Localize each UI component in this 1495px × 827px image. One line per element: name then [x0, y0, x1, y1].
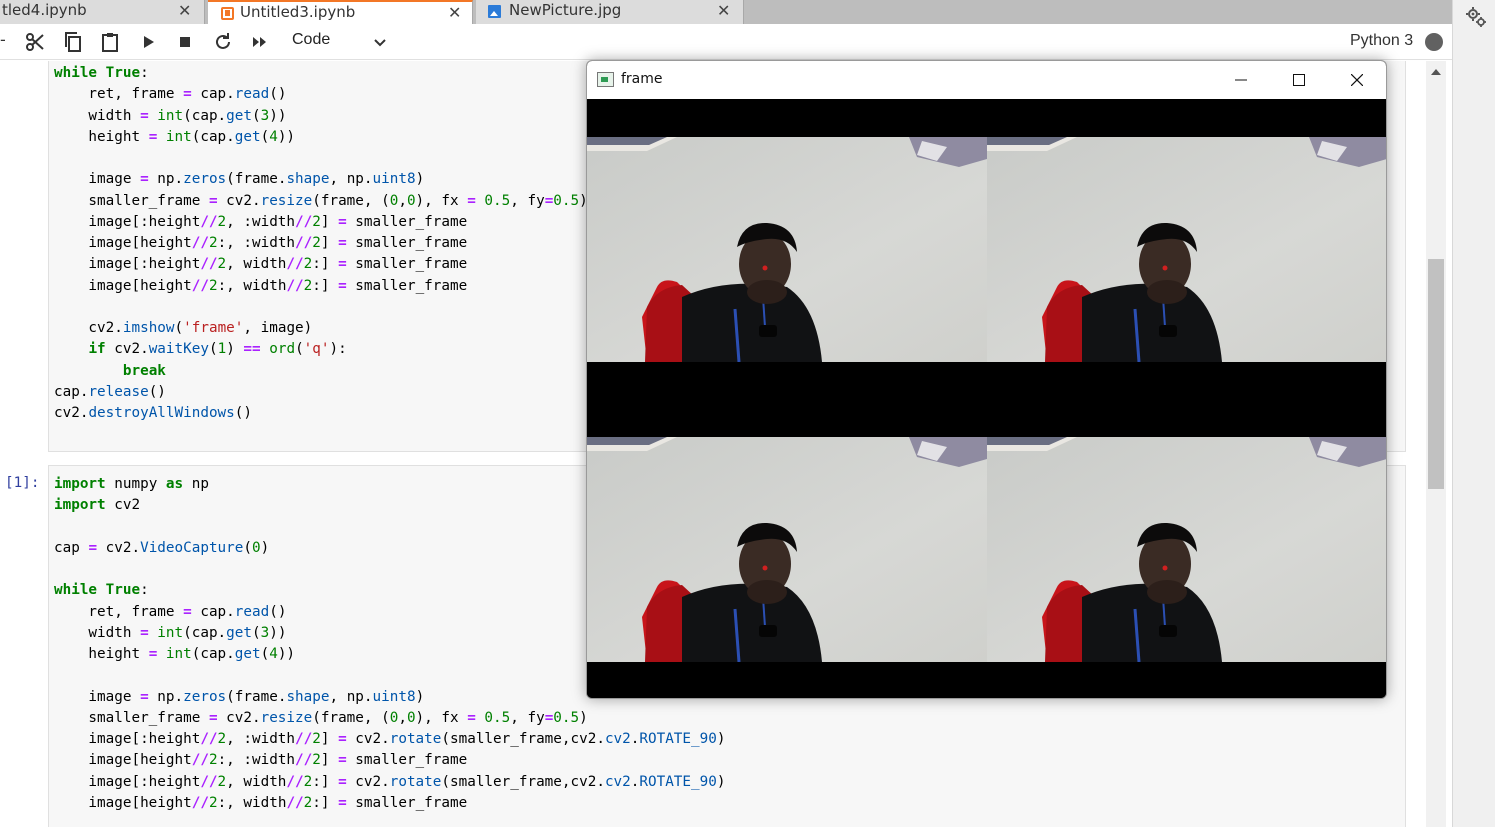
tab-label: Untitled3.ipynb [240, 3, 356, 21]
close-icon[interactable]: ✕ [178, 1, 191, 20]
tab-newpicture[interactable]: NewPicture.jpg ✕ [476, 0, 744, 24]
paste-icon[interactable] [98, 30, 122, 54]
chevron-down-icon[interactable] [368, 30, 392, 54]
cell-prompt: [1]: [5, 475, 40, 491]
tab-label: NewPicture.jpg [509, 1, 622, 19]
tab-bar: tled4.ipynb ✕ Untitled3.ipynb ✕ NewPictu… [0, 0, 1452, 25]
jupyterlab-window: tled4.ipynb ✕ Untitled3.ipynb ✕ NewPictu… [0, 0, 1495, 827]
code-editor[interactable]: while True: ret, frame = cap.read() widt… [54, 63, 588, 424]
close-icon[interactable]: ✕ [448, 3, 461, 22]
tab-label: tled4.ipynb [2, 1, 87, 19]
image-file-icon [488, 5, 501, 18]
tab-untitled4[interactable]: tled4.ipynb ✕ [0, 0, 205, 24]
minimize-button[interactable] [1212, 61, 1270, 99]
window-title: frame [621, 71, 663, 87]
notebook-icon [221, 7, 234, 20]
kernel-name[interactable]: Python 3 [1350, 32, 1413, 50]
cell-type-select[interactable]: Code [292, 31, 330, 49]
webcam-quadrant-bottom-left [587, 437, 987, 662]
property-inspector-gear-icon[interactable] [1465, 6, 1487, 28]
right-sidebar [1452, 0, 1495, 827]
webcam-quadrant-top-right [987, 137, 1386, 362]
maximize-button[interactable] [1270, 61, 1328, 99]
kernel-status-icon [1425, 33, 1443, 51]
cut-icon[interactable] [23, 30, 47, 54]
add-cell-icon[interactable]: - [0, 30, 6, 49]
notebook-toolbar: - Code Python 3 [0, 24, 1452, 60]
copy-icon[interactable] [61, 30, 85, 54]
video-frame [587, 99, 1386, 698]
close-icon[interactable]: ✕ [717, 1, 730, 20]
opencv-frame-window[interactable]: frame [586, 60, 1387, 699]
webcam-quadrant-top-left [587, 137, 987, 362]
restart-icon[interactable] [211, 30, 235, 54]
stop-icon[interactable] [173, 30, 197, 54]
close-window-button[interactable] [1328, 61, 1386, 99]
webcam-quadrant-bottom-right [987, 437, 1386, 662]
window-titlebar[interactable]: frame [587, 61, 1386, 99]
run-icon[interactable] [136, 30, 160, 54]
vertical-scrollbar[interactable] [1426, 61, 1446, 827]
tab-untitled3[interactable]: Untitled3.ipynb ✕ [208, 0, 473, 25]
fast-forward-icon[interactable] [248, 30, 272, 54]
app-icon [597, 72, 614, 87]
scrollbar-thumb[interactable] [1428, 259, 1444, 489]
scroll-up-arrow-icon[interactable] [1431, 69, 1441, 75]
